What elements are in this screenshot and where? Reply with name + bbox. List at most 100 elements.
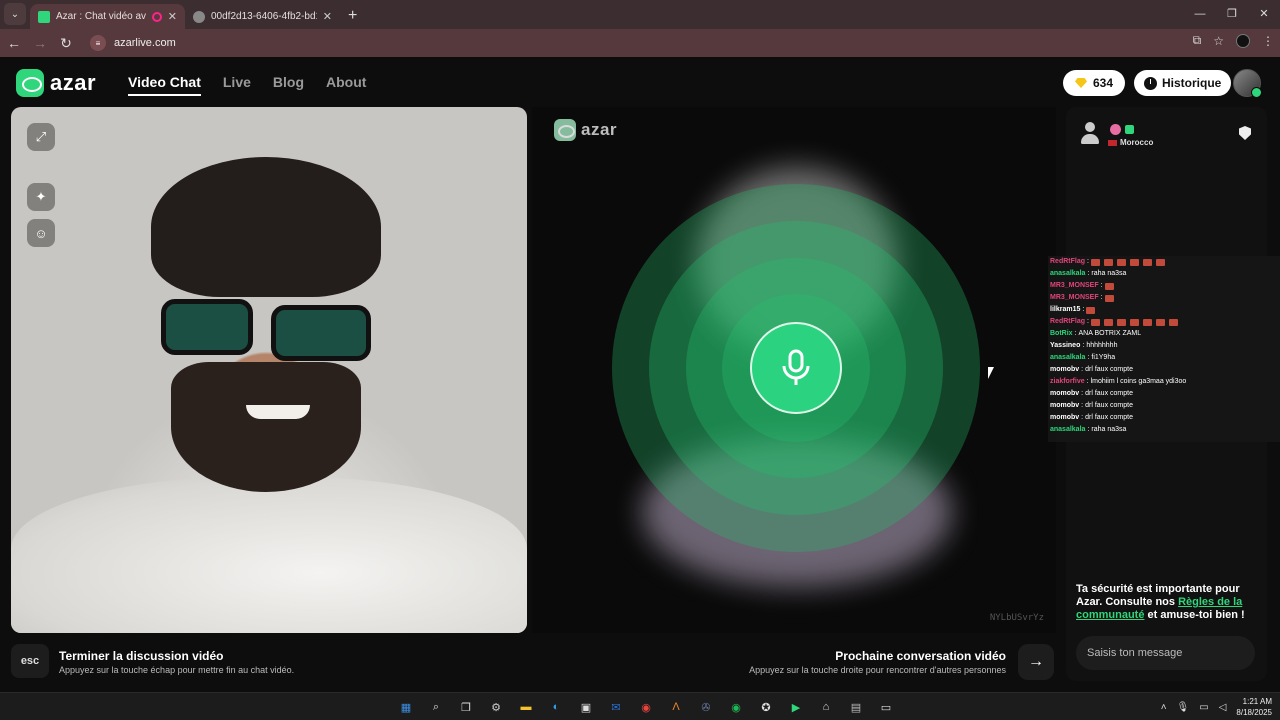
- taskbar-clock[interactable]: 1:21 AM 8/18/2025: [1236, 696, 1272, 718]
- nav-live[interactable]: Live: [223, 74, 251, 96]
- url-text[interactable]: azarlive.com: [114, 37, 176, 49]
- spotify-icon[interactable]: ◉: [726, 697, 746, 717]
- expand-icon[interactable]: ⤢: [27, 123, 55, 151]
- nav-about[interactable]: About: [326, 74, 366, 96]
- message-input[interactable]: Saisis ton message: [1076, 636, 1255, 670]
- search-icon[interactable]: ⌕: [426, 697, 446, 717]
- close-tab-icon[interactable]: ✕: [168, 10, 177, 23]
- bookmark-star-icon[interactable]: ☆: [1213, 34, 1224, 48]
- chat-message: hhhhhhhh: [1086, 342, 1118, 349]
- app-red-icon[interactable]: ✪: [756, 697, 776, 717]
- nav-blog[interactable]: Blog: [273, 74, 304, 96]
- nav-video-chat[interactable]: Video Chat: [128, 74, 201, 96]
- chat-emote-icon: [1090, 258, 1100, 266]
- forward-icon[interactable]: →: [28, 35, 52, 51]
- cast-icon[interactable]: ⧉: [1193, 33, 1202, 48]
- volume-icon[interactable]: ◁: [1219, 702, 1227, 713]
- gems-button[interactable]: 634: [1063, 70, 1126, 96]
- sunglasses-left-lens: [161, 299, 253, 355]
- edge-icon[interactable]: ◐: [546, 697, 566, 717]
- camera-person-shirt: [11, 477, 527, 633]
- windows-start-icon[interactable]: ▦: [396, 697, 416, 717]
- stream-chat-line: momobv : drl faux compte: [1048, 400, 1280, 412]
- browser-tab-azar[interactable]: Azar : Chat vidéo avec de n ✕: [30, 4, 185, 29]
- face-filter-icon[interactable]: ☺: [27, 219, 55, 247]
- chat-emote-icon: [1129, 258, 1139, 266]
- azar-favicon-icon: [38, 10, 50, 23]
- omnibox[interactable]: ≡ azarlive.com: [86, 32, 176, 54]
- stream-chat-line: MR3_MONSEF :: [1048, 292, 1280, 304]
- report-shield-icon[interactable]: [1239, 126, 1251, 140]
- chat-message: drl faux compte: [1085, 366, 1133, 373]
- minimize-button[interactable]: —: [1184, 0, 1216, 29]
- chat-separator: :: [1081, 390, 1084, 397]
- room-id: NYLbUSvrYz: [989, 613, 1044, 623]
- azar-logo[interactable]: azar: [16, 69, 96, 97]
- user-avatar[interactable]: [1233, 69, 1262, 98]
- chat-username: lilkram15: [1050, 306, 1081, 313]
- steam-icon[interactable]: ✇: [696, 697, 716, 717]
- tray-chevron-icon[interactable]: ˄: [1161, 702, 1167, 713]
- task-view-icon[interactable]: ❐: [456, 697, 476, 717]
- menu-kebab-icon[interactable]: ⋮: [1262, 34, 1274, 48]
- chat-username: momobv: [1050, 366, 1080, 373]
- chat-message: raha na3sa: [1091, 270, 1127, 277]
- chat-message: drl faux compte: [1085, 402, 1133, 409]
- file-explorer-icon[interactable]: ▬: [516, 697, 536, 717]
- profile-icon[interactable]: [1236, 33, 1250, 48]
- mouse-cursor-icon: [988, 367, 994, 379]
- effects-sparkle-icon[interactable]: ✦: [27, 183, 55, 211]
- maximize-button[interactable]: ❐: [1216, 0, 1248, 29]
- browser-tab-second[interactable]: 00df2d13-6406-4fb2-bd13-6f2 ✕: [185, 4, 340, 29]
- peer-avatar-icon[interactable]: [1080, 122, 1100, 146]
- camera-person-beard: [171, 362, 361, 492]
- outlook-icon[interactable]: ✉: [606, 697, 626, 717]
- app-a-icon[interactable]: Λ: [666, 697, 686, 717]
- tab-search-button[interactable]: ⌄: [4, 3, 26, 25]
- chat-emote-icon: [1103, 318, 1113, 326]
- chat-username: anasalkala: [1050, 426, 1086, 433]
- remote-video-view: azar NYLbUSvrYz: [532, 107, 1056, 633]
- tab-title: 00df2d13-6406-4fb2-bd13-6f2: [211, 11, 317, 22]
- app-green-arrow-icon[interactable]: ▶: [786, 697, 806, 717]
- chat-emote-icon: [1104, 294, 1114, 302]
- logo-text: azar: [50, 70, 97, 95]
- chat-username: RedRtFlag: [1050, 318, 1085, 325]
- safety-text-end: et amuse-toi bien !: [1144, 609, 1245, 621]
- end-chat-esc-button[interactable]: esc: [11, 644, 49, 678]
- reload-icon[interactable]: ↻: [54, 35, 78, 52]
- stream-chat-line: RedRtFlag :: [1048, 256, 1280, 268]
- app-terminal-icon[interactable]: ▤: [846, 697, 866, 717]
- chat-emote-icon: [1168, 318, 1178, 326]
- store-icon[interactable]: ▣: [576, 697, 596, 717]
- close-window-button[interactable]: ✕: [1248, 0, 1280, 29]
- settings-icon[interactable]: ⚙: [486, 697, 506, 717]
- stream-chat-line: anasalkala : raha na3sa: [1048, 268, 1280, 280]
- toolbar-actions: ⧉ ☆ ⋮: [1193, 33, 1274, 48]
- chat-username: momobv: [1050, 390, 1080, 397]
- app-box-icon[interactable]: ⌂: [816, 697, 836, 717]
- tray-mic-icon[interactable]: 🎙: [1177, 702, 1190, 713]
- network-icon[interactable]: ▭: [1199, 702, 1208, 713]
- new-tab-button[interactable]: +: [348, 7, 357, 25]
- chrome-icon[interactable]: ◉: [636, 697, 656, 717]
- azar-page: azar Video Chat Live Blog About 634 Hist…: [0, 58, 1280, 692]
- end-chat-subtitle: Appuyez sur la touche échap pour mettre …: [59, 665, 295, 675]
- close-tab-icon[interactable]: ✕: [323, 10, 332, 23]
- chat-message: fi1Y9ha: [1091, 354, 1116, 361]
- back-icon[interactable]: ←: [2, 35, 26, 51]
- history-button[interactable]: Historique: [1134, 70, 1232, 96]
- next-chat-button[interactable]: →: [1018, 644, 1054, 680]
- globe-icon: [193, 10, 205, 23]
- microphone-button[interactable]: [750, 322, 842, 414]
- app-window-icon[interactable]: ▭: [876, 697, 896, 717]
- chat-separator: :: [1074, 330, 1077, 337]
- site-info-icon[interactable]: ≡: [90, 35, 106, 51]
- stream-chat-line: RedRtFlag :: [1048, 316, 1280, 328]
- gems-count: 634: [1093, 76, 1114, 90]
- chat-username: MR3_MONSEF: [1050, 294, 1099, 301]
- end-chat-title: Terminer la discussion vidéo: [59, 649, 224, 663]
- chat-emote-icon: [1116, 258, 1126, 266]
- morocco-flag-icon: [1108, 139, 1117, 146]
- country-name: Morocco: [1120, 138, 1154, 147]
